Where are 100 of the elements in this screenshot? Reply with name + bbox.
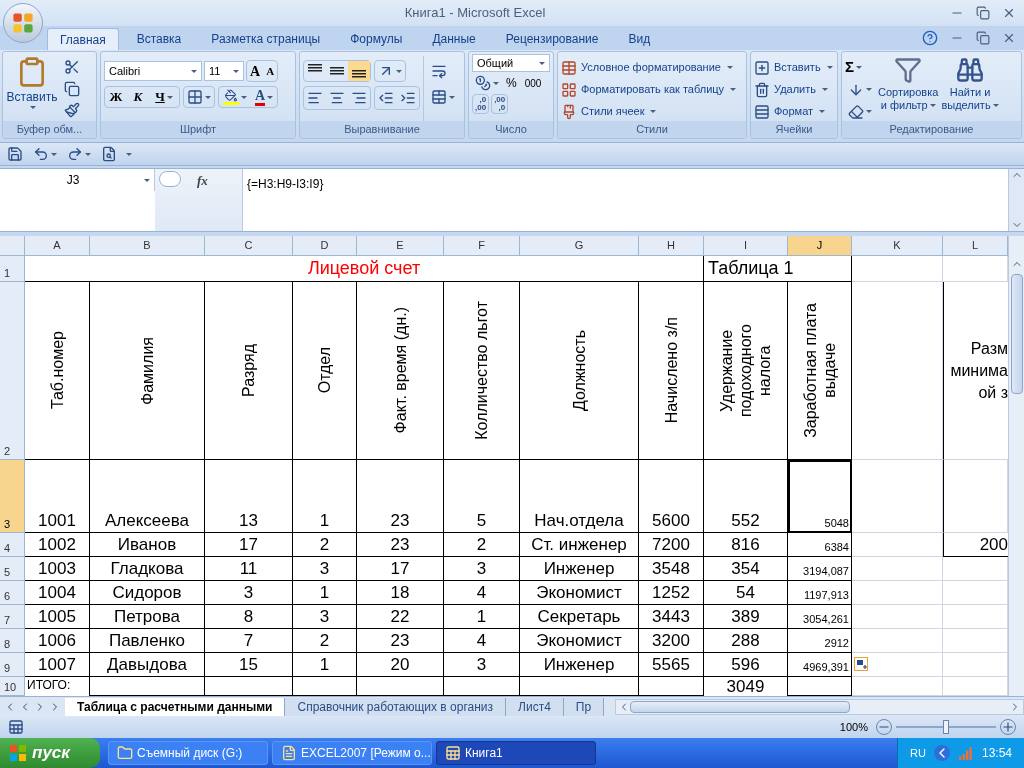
italic-button[interactable]: К xyxy=(127,87,149,107)
column-header[interactable]: L xyxy=(943,236,1008,256)
column-header[interactable]: H xyxy=(639,236,704,256)
column-header[interactable]: E xyxy=(357,236,444,256)
font-size-field[interactable]: 11 xyxy=(204,61,244,81)
ribbon-tab[interactable]: Формулы xyxy=(338,28,415,50)
ribbon-tab[interactable]: Главная xyxy=(47,28,119,50)
column-header[interactable]: K xyxy=(852,236,943,256)
zoom-in-icon[interactable] xyxy=(1000,719,1016,735)
show-hidden-icons-icon[interactable] xyxy=(933,745,950,761)
grid-icon xyxy=(561,81,577,98)
row-header[interactable]: 5 xyxy=(0,557,25,581)
row-header[interactable]: 1 xyxy=(0,256,25,282)
caret-icon xyxy=(866,88,872,91)
row-header[interactable]: 6 xyxy=(0,581,25,605)
restore-icon[interactable] xyxy=(976,31,990,45)
insert-function-button[interactable]: fx xyxy=(197,171,208,191)
ribbon-tab[interactable]: Вставка xyxy=(124,28,194,50)
column-heading: Фамилия xyxy=(137,336,157,405)
styles-menu-button[interactable]: Стили ячеек xyxy=(561,102,737,121)
caret-icon xyxy=(241,95,247,99)
table-cell: 23 xyxy=(390,510,410,532)
rows-icon xyxy=(754,103,770,120)
column-header[interactable]: B xyxy=(90,236,205,256)
borders-button[interactable] xyxy=(183,86,215,108)
column-header[interactable]: J xyxy=(788,236,852,256)
taskbar-button[interactable]: Книга1 xyxy=(436,741,596,765)
table-cell: 54 xyxy=(736,582,755,604)
slider-thumb[interactable] xyxy=(943,720,949,734)
row-header[interactable]: 7 xyxy=(0,605,25,629)
sheet-tab[interactable]: Лист4 xyxy=(506,697,564,716)
table-cell-text: 3054,261 xyxy=(803,612,849,627)
ribbon-tab[interactable]: Данные xyxy=(420,28,488,50)
table-cell: 2 xyxy=(319,534,330,556)
formula-field[interactable]: {=H3:H9-I3:I9} xyxy=(247,177,324,191)
vertical-scroll-bar[interactable] xyxy=(1008,236,1024,696)
align-top-icon xyxy=(308,64,322,72)
caret-icon xyxy=(539,61,545,65)
percent-button[interactable]: % xyxy=(502,74,521,92)
table-cell: Давыдова xyxy=(107,654,187,676)
cells-menu-button[interactable]: Удалить xyxy=(754,80,833,99)
styles-menu-button[interactable]: Форматировать как таблицу xyxy=(561,80,737,99)
table-cell-text: 2912 xyxy=(824,636,849,651)
autosum-button[interactable]: Σ xyxy=(845,58,875,77)
table-cell: 3 xyxy=(243,582,254,604)
font-color-button[interactable]: A xyxy=(251,87,278,107)
close-icon[interactable] xyxy=(1002,6,1016,20)
ribbon-tab[interactable]: Разметка страницы xyxy=(199,28,333,50)
ribbon-tab[interactable]: Рецензирование xyxy=(493,28,611,50)
underline-button[interactable]: Ч xyxy=(149,87,179,107)
row-header[interactable]: 8 xyxy=(0,629,25,653)
bold-button[interactable]: Ж xyxy=(105,87,127,107)
table-cell: 3 xyxy=(476,558,487,580)
row-header[interactable]: 9 xyxy=(0,653,25,677)
name-box[interactable]: J3 xyxy=(0,169,154,191)
column-header[interactable]: F xyxy=(444,236,520,256)
restore-icon[interactable] xyxy=(976,6,990,20)
splitter-handle[interactable] xyxy=(159,171,181,187)
close-icon[interactable] xyxy=(1002,31,1016,45)
spreadsheet-icon xyxy=(445,745,461,761)
row-header[interactable]: 3 xyxy=(0,460,25,533)
decrease-decimal-button[interactable]: ,00 ,0 xyxy=(491,94,509,114)
table-cell: 389 xyxy=(731,606,760,628)
column-header[interactable]: D xyxy=(293,236,357,256)
sheet-tab[interactable]: Пр xyxy=(563,697,605,716)
taskbar-button[interactable]: Съемный диск (G:) xyxy=(108,741,268,765)
paste-button[interactable]: Вставить xyxy=(6,56,58,121)
signal-icon xyxy=(957,745,974,761)
number-format-field[interactable]: Общий xyxy=(472,54,550,72)
column-header[interactable]: G xyxy=(520,236,639,256)
increase-decimal-button[interactable]: ,0 ,00 xyxy=(472,94,490,114)
scroll-thumb[interactable] xyxy=(1010,274,1023,394)
align-bottom-button[interactable] xyxy=(348,61,370,81)
column-header[interactable]: I xyxy=(704,236,788,256)
styles-menu-button[interactable]: Условное форматирование xyxy=(561,58,737,77)
column-header[interactable]: A xyxy=(25,236,90,256)
funnel-icon xyxy=(894,56,923,84)
cells-menu-button[interactable]: Вставить xyxy=(754,58,833,77)
sort-filter-button[interactable]: Сортировка и фильтр xyxy=(878,56,939,121)
column-header[interactable]: C xyxy=(205,236,293,256)
sheet-tab[interactable]: Таблица с расчетными данными xyxy=(65,697,286,716)
row-header[interactable]: 4 xyxy=(0,533,25,557)
sheet-tab[interactable]: Справочник работающих в организ xyxy=(285,697,507,716)
row-header[interactable]: 10 xyxy=(0,677,25,696)
shrink-font-button[interactable]: A xyxy=(263,61,278,81)
ribbon-tab[interactable]: Вид xyxy=(616,28,663,50)
zoom-slider[interactable] xyxy=(896,720,996,734)
grow-font-button[interactable]: A xyxy=(247,61,264,81)
zoom-level[interactable]: 100% xyxy=(839,718,868,736)
table-cell: 1003 xyxy=(38,558,76,580)
thousands-button[interactable]: 000 xyxy=(520,75,546,91)
font-name-field[interactable]: Calibri xyxy=(104,61,202,81)
find-select-button[interactable]: Найти и выделить xyxy=(941,56,999,121)
paste-options-icon[interactable] xyxy=(854,657,868,671)
row-header[interactable]: 2 xyxy=(0,282,25,460)
cells-menu-button[interactable]: Формат xyxy=(754,102,833,121)
orientation-button[interactable] xyxy=(374,60,406,82)
help-icon[interactable] xyxy=(922,30,938,46)
column-heading: Удержание подоходного налога xyxy=(717,323,774,418)
taskbar-button[interactable]: EXCEL2007 [Режим о... xyxy=(272,741,432,765)
